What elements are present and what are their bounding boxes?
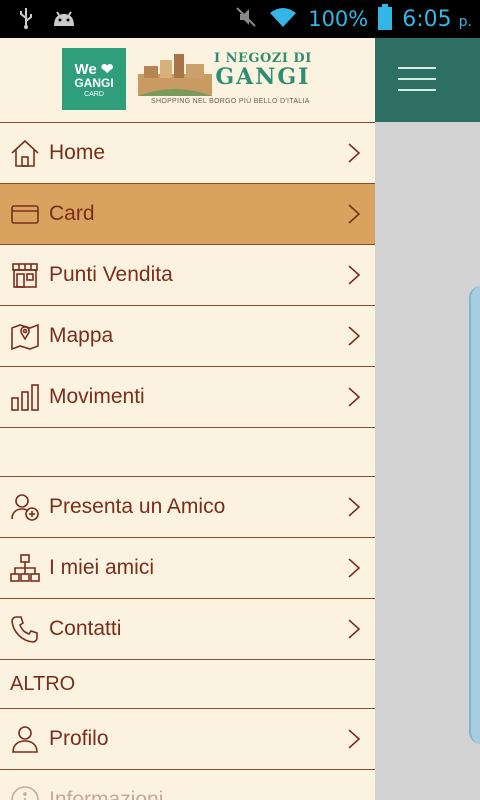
we-love-gangi-logo: We ❤ GANGI CARD: [62, 48, 126, 110]
status-bar: 100% 6:05 p.: [0, 0, 480, 38]
logo-title-line2: GANGI: [215, 64, 311, 90]
section-header-altro: ALTRO: [0, 660, 375, 709]
menu-item-contatti[interactable]: Contatti: [0, 599, 375, 660]
menu-item-label: Mappa: [49, 324, 114, 347]
menu-item-informazioni[interactable]: Informazioni: [0, 770, 375, 800]
phone-icon: [9, 613, 41, 645]
add-user-icon: [9, 491, 41, 523]
menu-item-card[interactable]: Card: [0, 184, 375, 245]
usb-icon: [18, 6, 34, 35]
main-content-peek[interactable]: [375, 38, 480, 800]
app-bar: [375, 38, 480, 122]
chevron-right-icon: [348, 619, 361, 639]
battery-percent: 100%: [308, 7, 369, 31]
menu-item-label: Contatti: [49, 617, 122, 640]
drawer-header: We ❤ GANGI CARD I NEGOZI DI GANGI SHOPPI…: [0, 38, 375, 123]
menu-item-label: Profilo: [49, 727, 109, 750]
menu-icon[interactable]: [398, 67, 436, 93]
chevron-right-icon: [348, 558, 361, 578]
wifi-icon: [268, 5, 298, 34]
chevron-right-icon: [348, 143, 361, 163]
menu-item-label: Movimenti: [49, 385, 145, 408]
menu-item-label: Presenta un Amico: [49, 495, 226, 518]
menu-item-label: I miei amici: [49, 556, 155, 579]
network-icon: [9, 552, 41, 584]
menu-item-profilo[interactable]: Profilo: [0, 709, 375, 770]
menu-item-punti-vendita[interactable]: Punti Vendita: [0, 245, 375, 306]
nav-drawer: We ❤ GANGI CARD I NEGOZI DI GANGI SHOPPI…: [0, 38, 375, 800]
menu-item-label: Informazioni: [49, 788, 164, 800]
chevron-right-icon: [348, 326, 361, 346]
chevron-right-icon: [348, 729, 361, 749]
menu-item-label: Punti Vendita: [49, 263, 173, 286]
battery-icon: [378, 3, 393, 35]
chevron-right-icon: [348, 497, 361, 517]
logo-title: I NEGOZI DI GANGI: [214, 52, 312, 90]
map-icon: [9, 320, 41, 352]
menu-item-home[interactable]: Home: [0, 123, 375, 184]
user-icon: [9, 723, 41, 755]
home-icon: [9, 137, 41, 169]
info-icon: [9, 784, 41, 800]
menu-item-presenta-amico[interactable]: Presenta un Amico: [0, 477, 375, 538]
android-icon: [52, 8, 76, 33]
chevron-right-icon: [348, 265, 361, 285]
clock: 6:05 p.: [402, 7, 472, 32]
logo-gangi: GANGI: [74, 76, 114, 90]
logo-card: CARD: [84, 91, 104, 98]
bar-chart-icon: [9, 381, 41, 413]
menu-item-mappa[interactable]: Mappa: [0, 306, 375, 367]
card-icon: [9, 198, 41, 230]
menu-item-label: Home: [49, 141, 106, 164]
menu-item-movimenti[interactable]: Movimenti: [0, 367, 375, 428]
card-preview: [469, 286, 480, 744]
chevron-right-icon: [348, 204, 361, 224]
menu-spacer: [0, 428, 375, 477]
logo-subtitle: SHOPPING NEL BORGO PIÙ BELLO D'ITALIA: [151, 98, 310, 105]
store-icon: [9, 259, 41, 291]
menu-item-miei-amici[interactable]: I miei amici: [0, 538, 375, 599]
clock-time: 6:05: [402, 6, 452, 32]
chevron-right-icon: [348, 387, 361, 407]
menu-item-label: Card: [49, 202, 95, 225]
town-illustration: [138, 54, 212, 96]
mute-icon: [234, 5, 258, 34]
clock-suffix: p.: [458, 13, 472, 30]
